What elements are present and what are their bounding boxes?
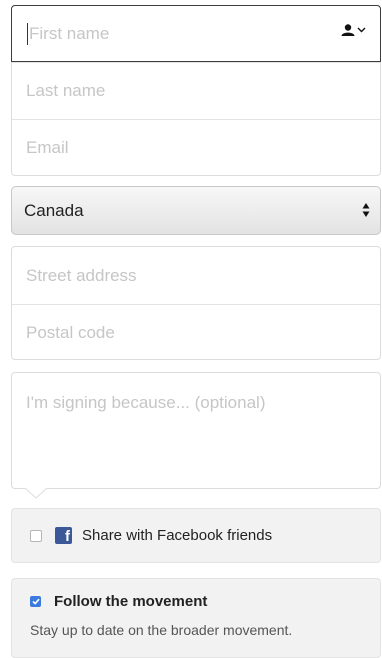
share-facebook-checkbox[interactable] (30, 529, 42, 542)
country-value: Canada (24, 200, 84, 220)
checkmark-icon (31, 598, 40, 605)
follow-movement-checkbox[interactable] (30, 596, 41, 607)
last-name-placeholder: Last name (26, 81, 106, 100)
email-field[interactable]: Email (12, 119, 380, 176)
postal-code-placeholder: Postal code (26, 323, 115, 342)
share-facebook-option[interactable]: f Share with Facebook friends (11, 508, 381, 563)
text-cursor (27, 22, 28, 45)
first-name-field[interactable]: First name (11, 5, 381, 62)
speech-bubble-tail (25, 487, 47, 499)
country-select[interactable]: Canada (11, 186, 381, 235)
contact-card-icon (341, 24, 355, 36)
facebook-icon: f (55, 527, 72, 544)
chevron-down-icon (357, 27, 366, 33)
comment-placeholder: I'm signing because... (optional) (26, 393, 266, 412)
follow-movement-option[interactable]: Follow the movement Stay up to date on t… (11, 578, 381, 658)
follow-movement-label: Follow the movement (54, 593, 208, 610)
email-placeholder: Email (26, 138, 69, 157)
postal-code-field[interactable]: Postal code (12, 304, 380, 361)
share-facebook-label: Share with Facebook friends (82, 527, 273, 544)
follow-movement-description: Stay up to date on the broader movement. (30, 622, 293, 638)
personal-info-group: First name Last name Email (11, 5, 381, 176)
street-address-field[interactable]: Street address (12, 247, 380, 304)
street-address-placeholder: Street address (26, 265, 137, 285)
last-name-field[interactable]: Last name (12, 62, 380, 119)
comment-textarea[interactable]: I'm signing because... (optional) (11, 372, 381, 489)
select-arrows-icon (362, 203, 370, 217)
address-group: Street address Postal code (11, 246, 381, 360)
contact-autofill-button[interactable] (341, 24, 366, 36)
first-name-placeholder: First name (29, 23, 110, 43)
